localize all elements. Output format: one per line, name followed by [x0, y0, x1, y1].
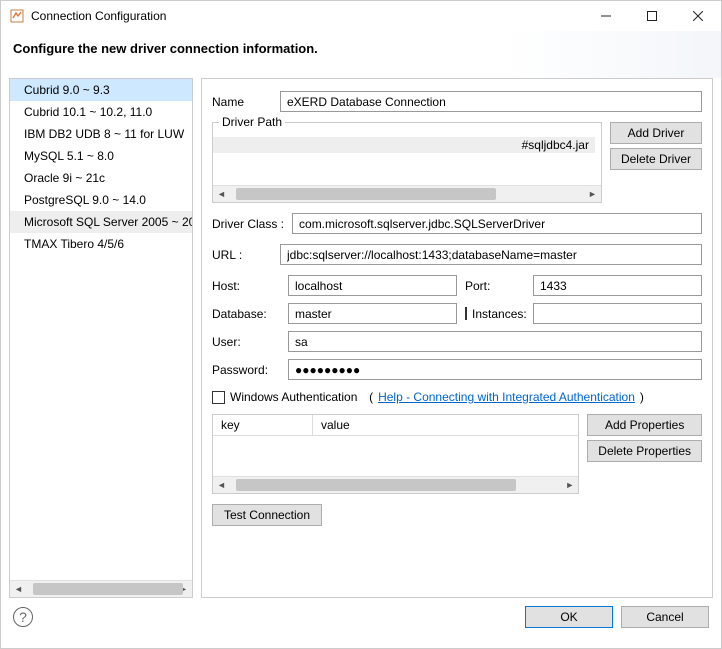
driver-class-label: Driver Class : — [212, 217, 284, 231]
props-hscrollbar[interactable]: ◄ ► — [213, 476, 578, 493]
properties-header: key value — [213, 415, 578, 436]
dialog-footer: ? OK Cancel — [1, 598, 721, 636]
delete-properties-button[interactable]: Delete Properties — [587, 440, 702, 462]
driver-path-section: Driver Path #sqljdbc4.jar ◄ ► Add Driver… — [212, 122, 702, 203]
sidebar-item[interactable]: MySQL 5.1 ~ 8.0 — [10, 145, 192, 167]
app-icon — [9, 8, 25, 24]
driver-path-box: Driver Path #sqljdbc4.jar ◄ ► — [212, 122, 602, 203]
minimize-button[interactable] — [583, 1, 629, 31]
name-input[interactable] — [280, 91, 702, 112]
instances-checkbox-row: Instances: — [465, 307, 525, 321]
sidebar-hscrollbar[interactable]: ◄ ► — [10, 580, 192, 597]
instances-input[interactable] — [533, 303, 702, 324]
scroll-left-icon[interactable]: ◄ — [10, 581, 27, 598]
help-link[interactable]: Help - Connecting with Integrated Authen… — [378, 390, 635, 404]
help-icon[interactable]: ? — [13, 607, 33, 627]
test-connection-row: Test Connection — [212, 504, 702, 526]
winauth-row: Windows Authentication ( Help - Connecti… — [212, 390, 702, 404]
url-input[interactable] — [280, 244, 702, 265]
sidebar-item[interactable]: IBM DB2 UDB 8 ~ 11 for LUW — [10, 123, 192, 145]
host-label: Host: — [212, 279, 280, 293]
properties-section: key value ◄ ► Add Properties Delete Prop… — [212, 414, 702, 494]
value-column-header: value — [313, 415, 578, 435]
key-column-header: key — [213, 415, 313, 435]
name-row: Name — [212, 91, 702, 112]
database-input[interactable] — [288, 303, 457, 324]
properties-button-column: Add Properties Delete Properties — [587, 414, 702, 494]
close-button[interactable] — [675, 1, 721, 31]
config-pane: Name Driver Path #sqljdbc4.jar ◄ ► Add D… — [201, 78, 713, 598]
user-label: User: — [212, 335, 280, 349]
instances-checkbox[interactable] — [465, 307, 467, 320]
scroll-thumb[interactable] — [33, 583, 183, 595]
properties-body[interactable] — [213, 436, 578, 476]
driver-hscrollbar[interactable]: ◄ ► — [213, 185, 601, 202]
driver-button-column: Add Driver Delete Driver — [610, 122, 702, 203]
main-content: Cubrid 9.0 ~ 9.3Cubrid 10.1 ~ 10.2, 11.0… — [1, 78, 721, 598]
password-input[interactable] — [288, 359, 702, 380]
port-label: Port: — [465, 279, 525, 293]
winauth-checkbox[interactable] — [212, 391, 225, 404]
name-label: Name — [212, 95, 272, 109]
window-title: Connection Configuration — [31, 9, 583, 23]
sidebar-item[interactable]: TMAX Tibero 4/5/6 — [10, 233, 192, 255]
sidebar-item[interactable]: PostgreSQL 9.0 ~ 14.0 — [10, 189, 192, 211]
sidebar-item[interactable]: Cubrid 9.0 ~ 9.3 — [10, 79, 192, 101]
driver-path-label: Driver Path — [219, 115, 285, 129]
sidebar-item[interactable]: Microsoft SQL Server 2005 ~ 20 — [10, 211, 192, 233]
scroll-left-icon[interactable]: ◄ — [213, 477, 230, 494]
connection-form: Host: Port: Database: Instances: User: P… — [212, 275, 702, 380]
scroll-right-icon[interactable]: ► — [584, 186, 601, 203]
scroll-thumb[interactable] — [236, 188, 496, 200]
host-input[interactable] — [288, 275, 457, 296]
driver-class-input[interactable] — [292, 213, 702, 234]
add-properties-button[interactable]: Add Properties — [587, 414, 702, 436]
url-label: URL : — [212, 248, 272, 262]
driver-type-list[interactable]: Cubrid 9.0 ~ 9.3Cubrid 10.1 ~ 10.2, 11.0… — [10, 79, 192, 580]
driver-jar-item[interactable]: #sqljdbc4.jar — [213, 137, 595, 153]
user-input[interactable] — [288, 331, 702, 352]
port-input[interactable] — [533, 275, 702, 296]
password-label: Password: — [212, 363, 280, 377]
sidebar-item[interactable]: Oracle 9i ~ 21c — [10, 167, 192, 189]
winauth-label: Windows Authentication — [230, 390, 357, 404]
titlebar: Connection Configuration — [1, 1, 721, 31]
page-subtitle: Configure the new driver connection info… — [1, 31, 721, 78]
scroll-thumb[interactable] — [236, 479, 516, 491]
cancel-button[interactable]: Cancel — [621, 606, 709, 628]
add-driver-button[interactable]: Add Driver — [610, 122, 702, 144]
instances-label: Instances: — [472, 307, 527, 321]
test-connection-button[interactable]: Test Connection — [212, 504, 322, 526]
driver-type-sidebar: Cubrid 9.0 ~ 9.3Cubrid 10.1 ~ 10.2, 11.0… — [9, 78, 193, 598]
driver-jar-list[interactable]: #sqljdbc4.jar — [213, 137, 601, 185]
url-row: URL : — [212, 244, 702, 265]
ok-button[interactable]: OK — [525, 606, 613, 628]
driver-class-row: Driver Class : — [212, 213, 702, 234]
sidebar-item[interactable]: Cubrid 10.1 ~ 10.2, 11.0 — [10, 101, 192, 123]
maximize-button[interactable] — [629, 1, 675, 31]
scroll-right-icon[interactable]: ► — [561, 477, 578, 494]
scroll-left-icon[interactable]: ◄ — [213, 186, 230, 203]
properties-table[interactable]: key value ◄ ► — [212, 414, 579, 494]
delete-driver-button[interactable]: Delete Driver — [610, 148, 702, 170]
database-label: Database: — [212, 307, 280, 321]
